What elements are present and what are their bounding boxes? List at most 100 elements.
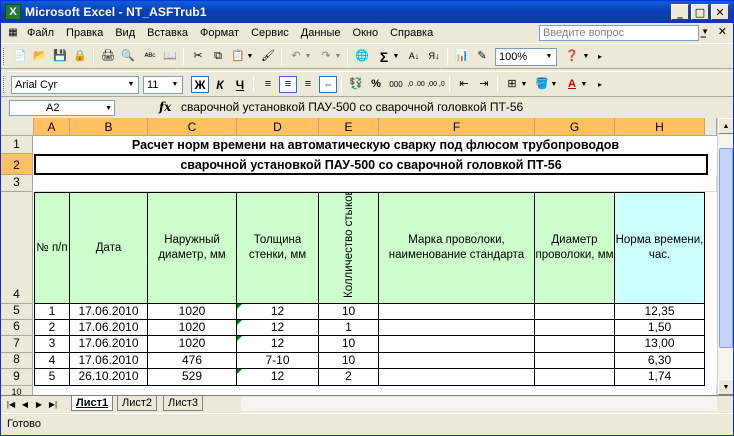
italic-button[interactable]: К: [211, 76, 229, 93]
cell-c5[interactable]: 1020: [148, 304, 237, 320]
cell-e5[interactable]: 10: [319, 304, 379, 320]
header-num[interactable]: № п/п: [34, 192, 70, 304]
row-header-9[interactable]: 9: [1, 369, 33, 386]
cell-g7[interactable]: [535, 336, 615, 353]
cell-d9[interactable]: 12: [237, 369, 319, 386]
cell-h9[interactable]: 1,74: [615, 369, 705, 386]
cell-e6[interactable]: 1: [319, 320, 379, 336]
help-icon[interactable]: ❓: [563, 48, 581, 65]
cell-e9[interactable]: 2: [319, 369, 379, 386]
toolbar-options-icon[interactable]: ▸: [595, 48, 605, 65]
help-search-input[interactable]: Введите вопрос: [539, 25, 699, 41]
cell-h5[interactable]: 12,35: [615, 304, 705, 320]
open-folder-icon[interactable]: 📂: [31, 48, 49, 65]
cell-f7[interactable]: [379, 336, 535, 353]
row-header-7[interactable]: 7: [1, 336, 33, 353]
column-header-c[interactable]: C: [148, 118, 237, 136]
zoom-dropdown-icon[interactable]: ▼: [543, 50, 555, 64]
cell-g5[interactable]: [535, 304, 615, 320]
font-name-select[interactable]: Arial Cyr ▼: [11, 76, 139, 94]
document-window-controls[interactable]: _ ✕: [700, 25, 731, 38]
vertical-scroll-thumb[interactable]: [719, 148, 733, 348]
cell-a6[interactable]: 2: [34, 320, 70, 336]
cell-f9[interactable]: [379, 369, 535, 386]
tab-sheet3[interactable]: Лист3: [163, 396, 204, 411]
header-wire-diameter[interactable]: Диаметр проволоки, мм: [535, 192, 615, 304]
empty-row-10[interactable]: [34, 386, 717, 395]
cell-a9[interactable]: 5: [34, 369, 70, 386]
align-right-icon[interactable]: ≡: [299, 76, 317, 93]
maximize-button[interactable]: □: [691, 4, 709, 20]
cell-b8[interactable]: 17.06.2010: [70, 353, 148, 369]
scroll-down-icon[interactable]: ▼: [718, 379, 733, 395]
cell-c9[interactable]: 529: [148, 369, 237, 386]
drawing-icon[interactable]: ✎: [473, 48, 491, 65]
font-name-dropdown-icon[interactable]: ▼: [125, 78, 137, 92]
font-color-dropdown-icon[interactable]: ▼: [579, 76, 589, 93]
redo-dropdown-icon[interactable]: ▼: [333, 48, 343, 65]
column-header-b[interactable]: B: [70, 118, 148, 136]
cell-a8[interactable]: 4: [34, 353, 70, 369]
menu-insert[interactable]: Вставка: [141, 27, 194, 39]
column-header-e[interactable]: E: [319, 118, 379, 136]
percent-style-button[interactable]: %: [367, 76, 385, 93]
zoom-select[interactable]: 100% ▼: [495, 48, 557, 66]
toolbar-options-icon[interactable]: ▸: [595, 76, 605, 93]
column-header-f[interactable]: F: [379, 118, 535, 136]
last-sheet-icon[interactable]: ▶|: [47, 398, 59, 410]
menu-tools[interactable]: Сервис: [245, 27, 295, 39]
menu-format[interactable]: Формат: [194, 27, 245, 39]
cell-e8[interactable]: 10: [319, 353, 379, 369]
bold-button[interactable]: Ж: [191, 76, 209, 93]
select-all-corner[interactable]: [1, 118, 34, 136]
align-center-icon[interactable]: ≡: [279, 76, 297, 93]
row-header-5[interactable]: 5: [1, 303, 33, 320]
cell-c8[interactable]: 476: [148, 353, 237, 369]
cell-b7[interactable]: 17.06.2010: [70, 336, 148, 353]
sort-ascending-icon[interactable]: A↓: [405, 48, 423, 65]
cut-icon[interactable]: ✂: [189, 48, 207, 65]
align-left-icon[interactable]: ≡: [259, 76, 277, 93]
tab-sheet2[interactable]: Лист2: [117, 396, 158, 411]
cell-b6[interactable]: 17.06.2010: [70, 320, 148, 336]
hyperlink-icon[interactable]: 🌐: [353, 48, 371, 65]
cell-a5[interactable]: 1: [34, 304, 70, 320]
row-header-6[interactable]: 6: [1, 319, 33, 336]
column-header-i[interactable]: [705, 118, 717, 136]
column-header-d[interactable]: D: [237, 118, 319, 136]
header-thickness[interactable]: Толщина стенки, мм: [237, 192, 319, 304]
decrease-indent-icon[interactable]: ⇤: [455, 76, 473, 93]
merge-center-icon[interactable]: ⇔: [319, 76, 337, 93]
minimize-button[interactable]: _: [671, 4, 689, 20]
first-sheet-icon[interactable]: |◀: [5, 398, 17, 410]
cell-d8[interactable]: 7-10: [237, 353, 319, 369]
cell-c6[interactable]: 1020: [148, 320, 237, 336]
cell-h6[interactable]: 1,50: [615, 320, 705, 336]
name-box-dropdown-icon[interactable]: ▼: [105, 102, 112, 116]
fill-color-dropdown-icon[interactable]: ▼: [549, 76, 559, 93]
spelling-icon[interactable]: ᴬᴮᶜ: [141, 48, 159, 65]
menu-window[interactable]: Окно: [347, 27, 385, 39]
menu-data[interactable]: Данные: [295, 27, 347, 39]
menu-help[interactable]: Справка: [384, 27, 439, 39]
menu-view[interactable]: Вид: [109, 27, 141, 39]
cell-g9[interactable]: [535, 369, 615, 386]
close-button[interactable]: ✕: [711, 4, 729, 20]
cell-g6[interactable]: [535, 320, 615, 336]
permission-icon[interactable]: 🔒: [71, 48, 89, 65]
paste-dropdown-icon[interactable]: ▼: [245, 48, 255, 65]
copy-icon[interactable]: ⧉: [209, 48, 227, 65]
row-header-8[interactable]: 8: [1, 352, 33, 369]
cell-h8[interactable]: 6,30: [615, 353, 705, 369]
cell-g8[interactable]: [535, 353, 615, 369]
row-header-10[interactable]: 10: [1, 386, 33, 395]
borders-dropdown-icon[interactable]: ▼: [519, 76, 529, 93]
formula-content[interactable]: сварочной установкой ПАУ-500 со сварочно…: [181, 100, 523, 114]
print-icon[interactable]: 🖨: [99, 48, 117, 65]
scroll-up-icon[interactable]: ▲: [718, 118, 733, 134]
toolbar-grip[interactable]: [3, 48, 6, 65]
header-wire-brand[interactable]: Марка проволоки, наименование стандарта: [379, 192, 535, 304]
next-sheet-icon[interactable]: ▶: [33, 398, 45, 410]
cell-a7[interactable]: 3: [34, 336, 70, 353]
header-norm[interactable]: Норма времени, час.: [615, 192, 705, 304]
